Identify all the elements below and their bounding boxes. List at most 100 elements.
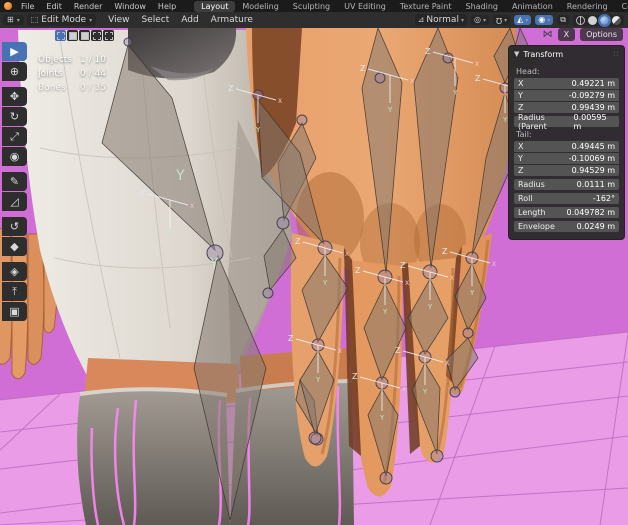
tool-bone-roll[interactable]: ↺ xyxy=(2,217,27,236)
solid-shading-icon[interactable] xyxy=(588,16,597,25)
tool-transform[interactable]: ◉ xyxy=(2,147,27,166)
tab-texture-paint[interactable]: Texture Paint xyxy=(393,1,459,12)
menu-render[interactable]: Render xyxy=(68,2,108,11)
select-mode-new[interactable] xyxy=(55,30,66,41)
axis-label-z: Z xyxy=(475,74,481,83)
options-button[interactable]: Options xyxy=(580,28,623,41)
blender-logo-icon[interactable] xyxy=(4,2,12,11)
tool-tweak-select[interactable]: ▶ xyxy=(2,42,27,61)
tool-annotate[interactable]: ✎ xyxy=(2,172,27,191)
axis-label-x: X xyxy=(450,275,454,282)
axis-label-z: Z xyxy=(288,334,294,343)
workspace-tabs: Layout Modeling Sculpting UV Editing Tex… xyxy=(194,1,628,12)
head-section-label: Head: xyxy=(516,67,619,76)
tool-bone-envelope[interactable]: ◈ xyxy=(2,262,27,281)
select-mode-extend[interactable] xyxy=(67,30,78,41)
tab-rendering[interactable]: Rendering xyxy=(560,1,615,12)
wireframe-shading-icon[interactable] xyxy=(576,16,585,25)
head-radius-field[interactable]: Radius (Parent0.00595 m xyxy=(514,116,619,127)
tool-move[interactable]: ✥ xyxy=(2,87,27,106)
select-mode-invert[interactable] xyxy=(91,30,102,41)
mode-selector[interactable]: ⬚ Edit Mode ▾ xyxy=(27,14,96,26)
roll-field[interactable]: Roll-162° xyxy=(514,193,619,204)
menu-edit[interactable]: Edit xyxy=(40,2,68,11)
mode-label: Edit Mode xyxy=(41,15,86,25)
axis-label-z: Z xyxy=(355,266,361,275)
transform-panel-header[interactable]: ▼ Transform ∷ xyxy=(509,46,624,62)
tab-compositing[interactable]: Compositing xyxy=(615,1,628,12)
axis-label-x: X xyxy=(190,203,194,210)
menu-select[interactable]: Select xyxy=(135,15,175,25)
axis-label-x: X xyxy=(475,61,479,68)
stat-bones-value: 0 / 35 xyxy=(80,81,106,95)
axis-label-y: Y xyxy=(255,126,261,134)
proportional-edit-icon: ◉ xyxy=(538,16,545,24)
chevron-down-icon: ▾ xyxy=(461,17,464,24)
stat-objects-label: Objects xyxy=(38,53,80,67)
head-y-field[interactable]: Y-0.09279 m xyxy=(514,90,619,101)
stat-joints-label: Joints xyxy=(38,67,80,81)
snap-toggle[interactable]: Ω ▾ xyxy=(493,15,510,25)
tab-shading[interactable]: Shading xyxy=(458,1,505,12)
axis-label-y: Y xyxy=(322,279,328,287)
material-preview-icon[interactable] xyxy=(600,16,609,25)
snap-target-icon: ◭ xyxy=(517,16,523,24)
menu-window[interactable]: Window xyxy=(108,2,152,11)
tab-modeling[interactable]: Modeling xyxy=(235,1,285,12)
envelope-field[interactable]: Envelope0.0249 m xyxy=(514,221,619,232)
collapse-chevron-icon: ▼ xyxy=(514,50,519,58)
tail-section-label: Tail: xyxy=(516,130,619,139)
tool-scale[interactable]: ⤢ xyxy=(2,127,27,146)
axis-label-z: Z xyxy=(352,372,358,381)
axis-label-y: Y xyxy=(167,231,173,239)
tool-bone-size[interactable]: ◆ xyxy=(2,237,27,256)
axis-label-y-large: Y xyxy=(175,168,185,184)
transform-orientation-dropdown[interactable]: ⊿ Normal ▾ xyxy=(415,14,467,26)
tool-cursor[interactable]: ⊕ xyxy=(2,62,27,81)
axis-label-z: Z xyxy=(425,47,431,56)
chevron-down-icon: ▾ xyxy=(547,17,550,24)
tool-rotate[interactable]: ↻ xyxy=(2,107,27,126)
rendered-shading-icon[interactable] xyxy=(612,16,621,25)
pivot-point-dropdown[interactable]: ◎ ▾ xyxy=(471,15,489,25)
head-z-field[interactable]: Z0.99439 m xyxy=(514,102,619,113)
drag-handle-icon[interactable]: ∷ xyxy=(614,50,619,58)
tab-animation[interactable]: Animation xyxy=(505,1,560,12)
select-mode-subtract[interactable] xyxy=(79,30,90,41)
panel-title: Transform xyxy=(523,50,563,59)
proportional-edit-dropdown[interactable]: ◉ ▾ xyxy=(535,15,553,25)
tail-z-field[interactable]: Z0.94529 m xyxy=(514,165,619,176)
tool-extrude[interactable]: ⤒ xyxy=(2,282,27,301)
menu-file[interactable]: File xyxy=(15,2,40,11)
tab-sculpting[interactable]: Sculpting xyxy=(286,1,337,12)
tab-uv-editing[interactable]: UV Editing xyxy=(337,1,393,12)
editor-type-button[interactable]: ⊞ ▾ xyxy=(3,15,24,25)
tool-bone-primitive[interactable]: ▣ xyxy=(2,302,27,321)
menu-help[interactable]: Help xyxy=(152,2,182,11)
menu-armature[interactable]: Armature xyxy=(205,15,259,25)
axis-label-y: Y xyxy=(422,388,428,396)
tail-x-field[interactable]: X0.49445 m xyxy=(514,141,619,152)
axis-label-x: X xyxy=(492,261,496,268)
length-field[interactable]: Length0.049782 m xyxy=(514,207,619,218)
xray-toggle[interactable]: ⧉ xyxy=(557,15,569,25)
tail-y-field[interactable]: Y-0.10069 m xyxy=(514,153,619,164)
axis-label-z: Z xyxy=(295,237,301,246)
orientation-label: Normal xyxy=(426,15,459,25)
snap-target-dropdown[interactable]: ◭ ▾ xyxy=(514,15,531,25)
xray-icon: ⧉ xyxy=(560,16,566,24)
mirror-icon[interactable]: ⋈ xyxy=(543,29,553,40)
radius-field[interactable]: Radius0.0111 m xyxy=(514,179,619,190)
tab-layout[interactable]: Layout xyxy=(194,1,235,12)
axis-label-y: Y xyxy=(379,414,385,422)
viewport-header: ⊞ ▾ ⬚ Edit Mode ▾ View Select Add Armatu… xyxy=(0,12,628,28)
menu-view[interactable]: View xyxy=(102,15,135,25)
tool-measure[interactable]: ◿ xyxy=(2,192,27,211)
select-mode-buttons xyxy=(55,30,114,41)
orientation-icon: ⊿ xyxy=(418,16,425,24)
chevron-down-icon: ▾ xyxy=(89,17,92,24)
head-x-field[interactable]: X0.49221 m xyxy=(514,78,619,89)
select-mode-intersect[interactable] xyxy=(103,30,114,41)
mirror-x-button[interactable]: X xyxy=(558,28,575,41)
menu-add[interactable]: Add xyxy=(175,15,204,25)
